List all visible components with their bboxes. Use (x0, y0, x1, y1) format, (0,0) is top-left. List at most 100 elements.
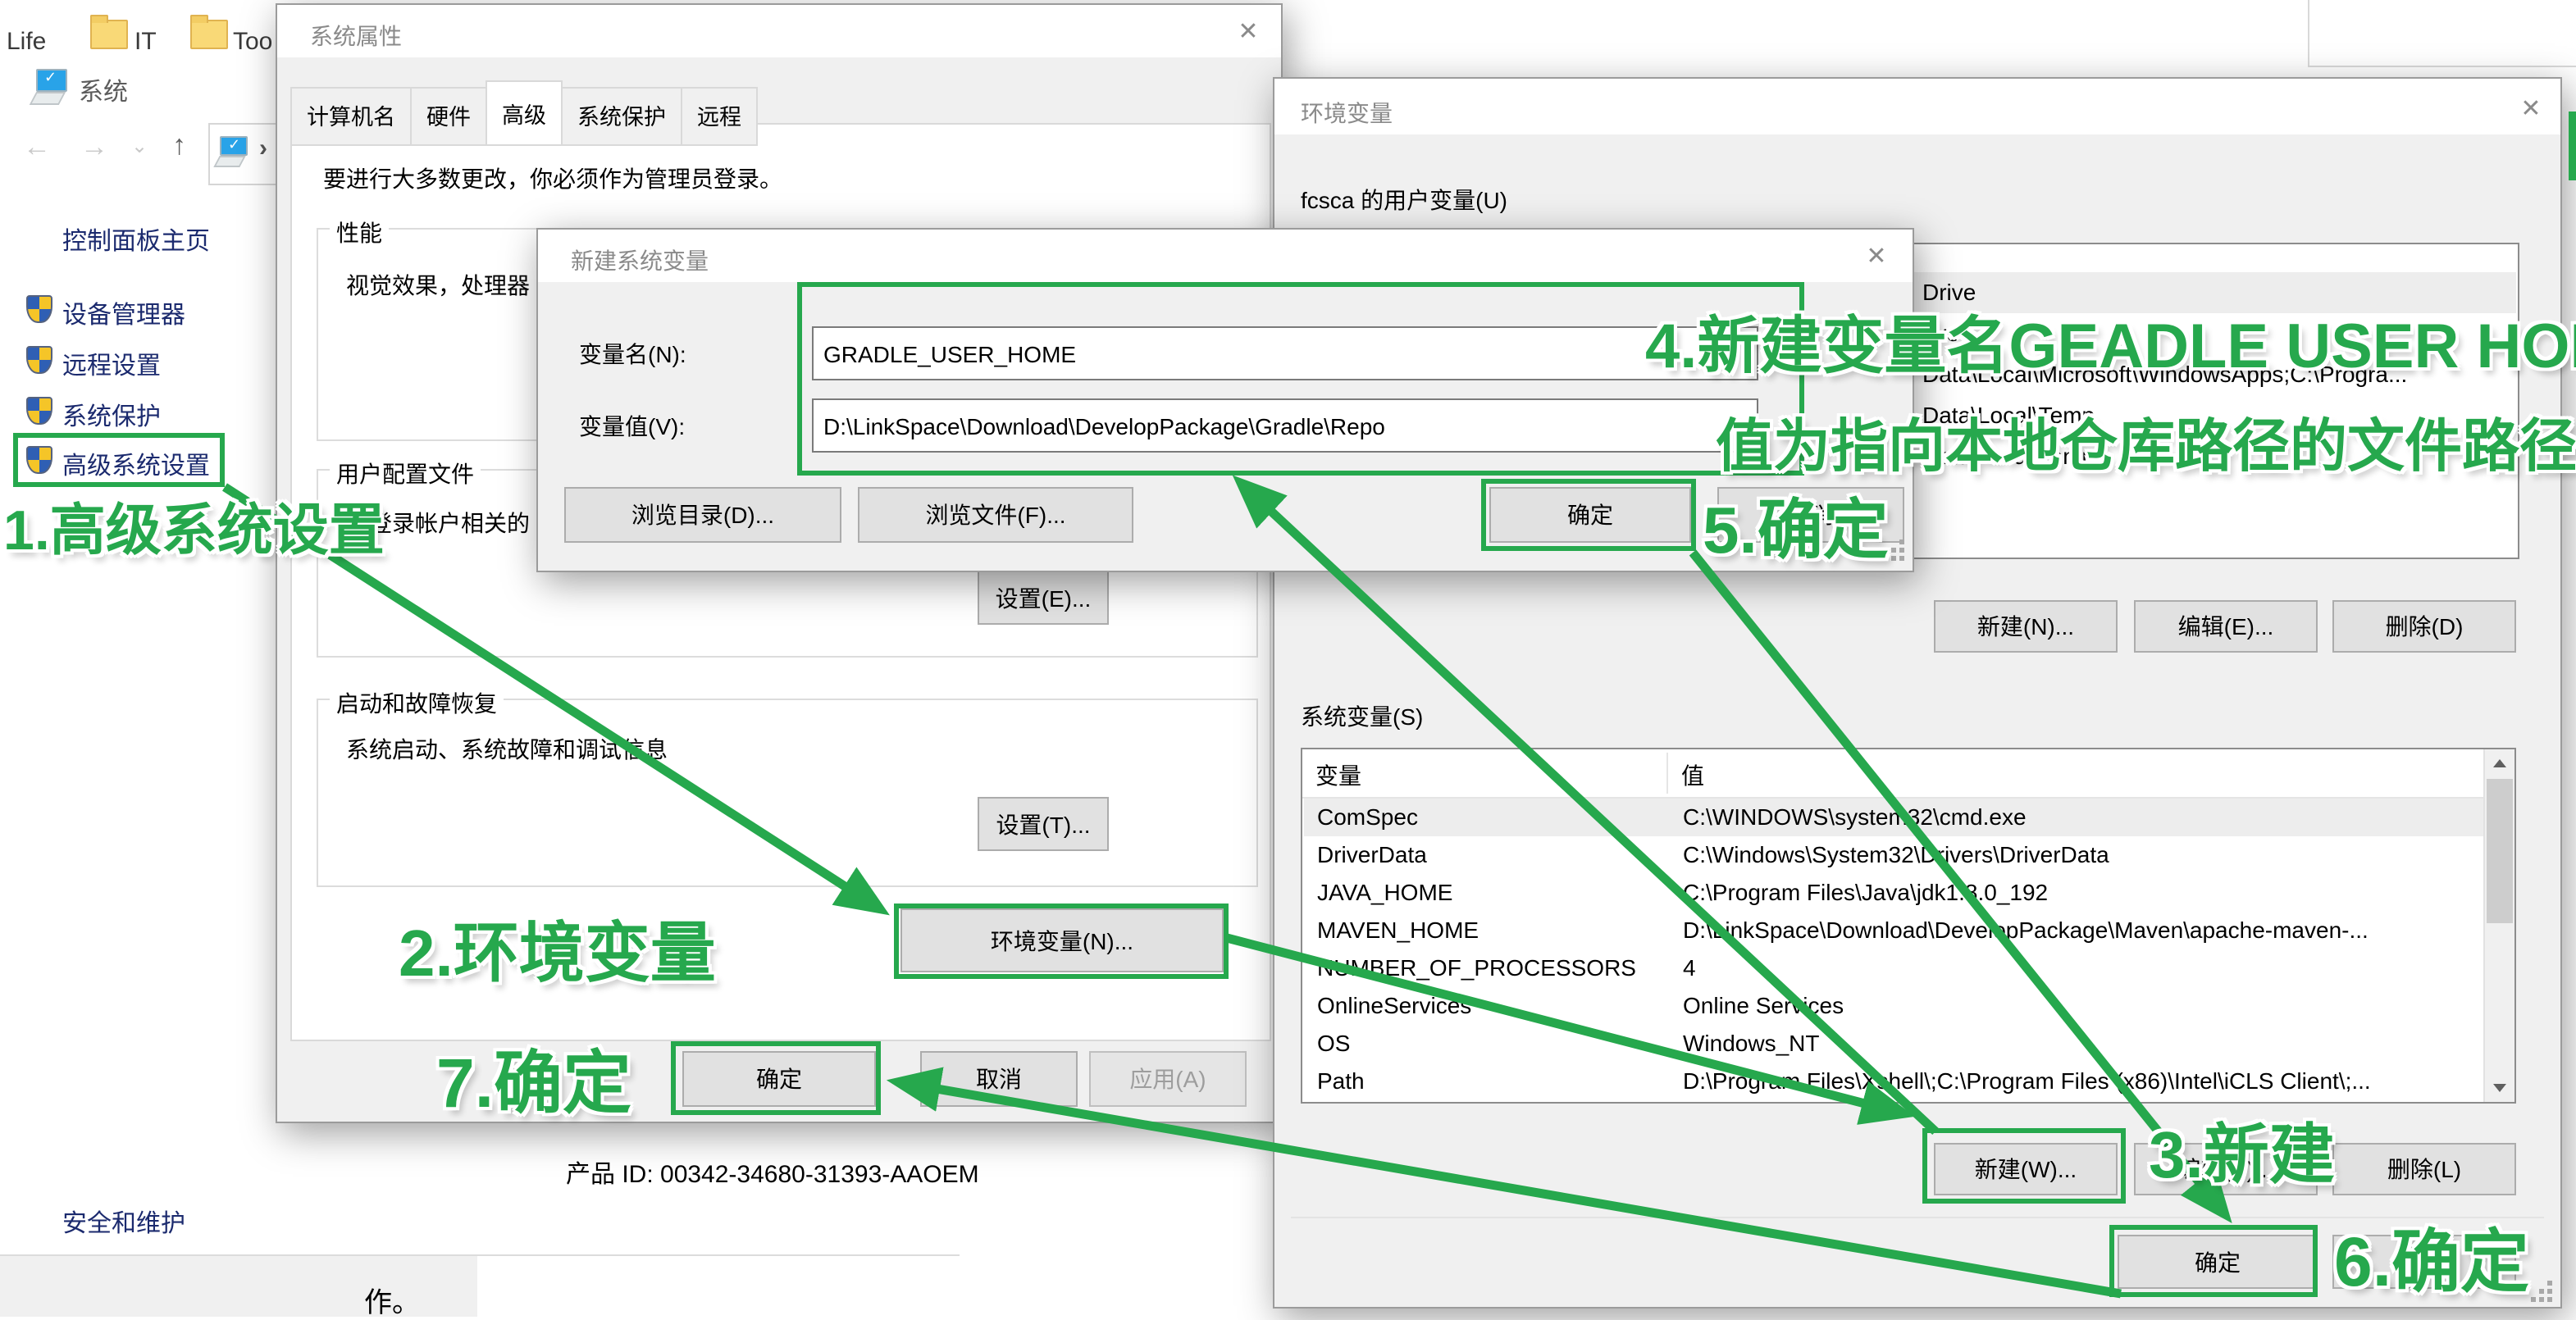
cell-variable: Path (1317, 1063, 1365, 1100)
highlight-box-advanced-settings (13, 433, 225, 487)
cell-value: D:\Program Files\Xshell\;C:\Program File… (1683, 1063, 2371, 1100)
table-row[interactable]: Path D:\Program Files\Xshell\;C:\Program… (1304, 1063, 2513, 1100)
system-delete-button[interactable]: 删除(L) (2332, 1143, 2516, 1195)
background-window-edge (2308, 0, 2309, 66)
annotation-step1: 1.高级系统设置 (3, 485, 385, 566)
cell-value: C:\Program Files\Java\jdk1.8.0_192 (1683, 874, 2048, 912)
annotation-step4-line2: 值为指向本地仓库路径的文件路径 (1716, 400, 2576, 484)
cell-variable: OnlineServices (1317, 987, 1471, 1025)
system-variables-table[interactable]: 变量 值 ComSpec C:\WINDOWS\system32\cmd.exe… (1301, 748, 2516, 1104)
folder-label-too[interactable]: Too (233, 28, 272, 56)
dialog-title: 新建系统变量 (571, 244, 709, 277)
annotation-step6: 6.确定 (2334, 1207, 2529, 1307)
annotation-step7: 7.确定 (436, 1028, 631, 1128)
scroll-down-button[interactable] (2485, 1074, 2514, 1102)
cell-variable: ComSpec (1317, 799, 1418, 836)
user-edit-button[interactable]: 编辑(E)... (2134, 600, 2318, 653)
highlight-box-sysprops-ok (671, 1041, 881, 1115)
breadcrumb-chevron-icon[interactable]: › (259, 134, 267, 162)
scroll-down-icon (2493, 1084, 2506, 1092)
annotation-step5: 5.确定 (1703, 477, 1889, 572)
cell-value: 4 (1683, 949, 1696, 987)
tab-strip: 计算机名 硬件 高级 系统保护 远程 (290, 87, 758, 146)
system-variables-label: 系统变量(S) (1301, 700, 1423, 733)
up-arrow-icon[interactable]: ↑ (172, 130, 186, 162)
table-row[interactable]: OS Windows_NT (1304, 1025, 2513, 1063)
tab-system-protection[interactable]: 系统保护 (563, 87, 682, 146)
highlight-box-newvar-ok (1481, 479, 1696, 551)
cell-variable: OS (1317, 1025, 1350, 1063)
profiles-settings-button[interactable]: 设置(E)... (978, 571, 1109, 625)
cell-value: C:\Windows\System32\Drivers\DriverData (1683, 836, 2109, 874)
scrollbar[interactable] (2483, 749, 2514, 1102)
highlight-box-env-ok (2109, 1225, 2318, 1297)
user-variables-label: fcsca 的用户变量(U) (1301, 184, 1507, 216)
breadcrumb[interactable]: › (208, 123, 285, 185)
folder-icon[interactable] (190, 20, 228, 49)
folder-label-it[interactable]: IT (134, 28, 157, 56)
startup-settings-button[interactable]: 设置(T)... (978, 797, 1109, 851)
scrollbar-thumb[interactable] (2487, 779, 2513, 923)
environment-variables-titlebar: 环境变量 ✕ (1274, 79, 2560, 134)
variable-value-label: 变量值(V): (579, 410, 685, 443)
cell-variable: NUMBER_OF_PROCESSORS (1317, 949, 1636, 987)
cell-variable: MAVEN_HOME (1317, 912, 1479, 949)
apply-button[interactable]: 应用(A) (1089, 1051, 1247, 1107)
close-icon[interactable]: ✕ (1229, 15, 1268, 51)
highlight-box-system-new (1922, 1128, 2126, 1204)
admin-note: 要进行大多数更改，你必须作为管理员登录。 (323, 162, 782, 195)
back-arrow-icon[interactable]: ← (23, 131, 51, 164)
folder-label-life[interactable]: Life (7, 28, 46, 56)
browse-file-button[interactable]: 浏览文件(F)... (858, 487, 1133, 543)
history-chevron-icon[interactable]: ⌄ (131, 134, 148, 157)
user-delete-button[interactable]: 删除(D) (2332, 600, 2516, 653)
breadcrumb-pc-icon (220, 136, 248, 156)
table-row[interactable]: MAVEN_HOME D:\LinkSpace\Download\Develop… (1304, 912, 2513, 949)
highlight-box-env-button (894, 904, 1229, 979)
browse-directory-button[interactable]: 浏览目录(D)... (564, 487, 841, 543)
uac-shield-icon (26, 397, 52, 425)
product-id-text: 产品 ID: 00342-34680-31393-AAOEM (566, 1156, 979, 1190)
sidebar-item-system-protection[interactable]: 系统保护 (62, 398, 161, 433)
table-header[interactable]: 变量 值 (1302, 749, 2514, 799)
sidebar-item-remote-settings[interactable]: 远程设置 (62, 348, 161, 382)
annotation-step3: 3.新建 (2149, 1102, 2335, 1197)
scroll-up-icon (2493, 759, 2506, 767)
cell-value: Windows_NT (1683, 1025, 1820, 1063)
resize-grip[interactable] (2531, 1297, 2536, 1302)
user-new-button[interactable]: 新建(N)... (1934, 600, 2118, 653)
dialog-title: 系统属性 (310, 20, 402, 52)
table-row[interactable]: JAVA_HOME C:\Program Files\Java\jdk1.8.0… (1304, 874, 2513, 912)
background-window-edge (2308, 66, 2576, 67)
cell-variable: JAVA_HOME (1317, 874, 1452, 912)
sidebar-item-device-manager[interactable]: 设备管理器 (62, 297, 185, 331)
tab-remote[interactable]: 远程 (682, 87, 758, 146)
uac-shield-icon (26, 295, 52, 323)
tab-hardware[interactable]: 硬件 (412, 87, 487, 146)
cell-value: C:\WINDOWS\system32\cmd.exe (1683, 799, 2027, 836)
close-icon[interactable]: ✕ (2511, 92, 2551, 128)
forward-arrow-icon[interactable]: → (80, 131, 108, 164)
system-pc-icon-keyboard (30, 92, 66, 105)
tab-computer-name[interactable]: 计算机名 (290, 87, 412, 146)
screen: Life IT Too 系统 ← → ⌄ ↑ › 控制面板主页 设备管理器 远程… (0, 0, 2576, 1317)
table-row[interactable]: DriverData C:\Windows\System32\Drivers\D… (1304, 836, 2513, 874)
table-row[interactable]: OnlineServices Online Services (1304, 987, 2513, 1025)
column-header-value[interactable]: 值 (1681, 759, 1704, 792)
close-icon[interactable]: ✕ (1857, 239, 1896, 275)
partial-text: 作。 (364, 1279, 420, 1320)
table-row[interactable]: ComSpec C:\WINDOWS\system32\cmd.exe (1304, 799, 2513, 836)
annotation-fragment (2569, 112, 2576, 180)
uac-shield-icon (26, 346, 52, 374)
tab-advanced[interactable]: 高级 (486, 80, 563, 146)
table-row[interactable]: NUMBER_OF_PROCESSORS 4 (1304, 949, 2513, 987)
column-header-variable[interactable]: 变量 (1315, 759, 1361, 792)
variable-name-label: 变量名(N): (579, 338, 686, 371)
folder-icon[interactable] (90, 20, 128, 49)
cell-value: D:\LinkSpace\Download\DevelopPackage\Mav… (1683, 912, 2369, 949)
sidebar-item-security-maintenance[interactable]: 安全和维护 (62, 1205, 185, 1240)
cancel-button[interactable]: 取消 (920, 1051, 1078, 1107)
scroll-up-button[interactable] (2485, 749, 2514, 777)
cell-variable: DriverData (1317, 836, 1427, 874)
sidebar-item-control-panel-home[interactable]: 控制面板主页 (62, 223, 210, 257)
